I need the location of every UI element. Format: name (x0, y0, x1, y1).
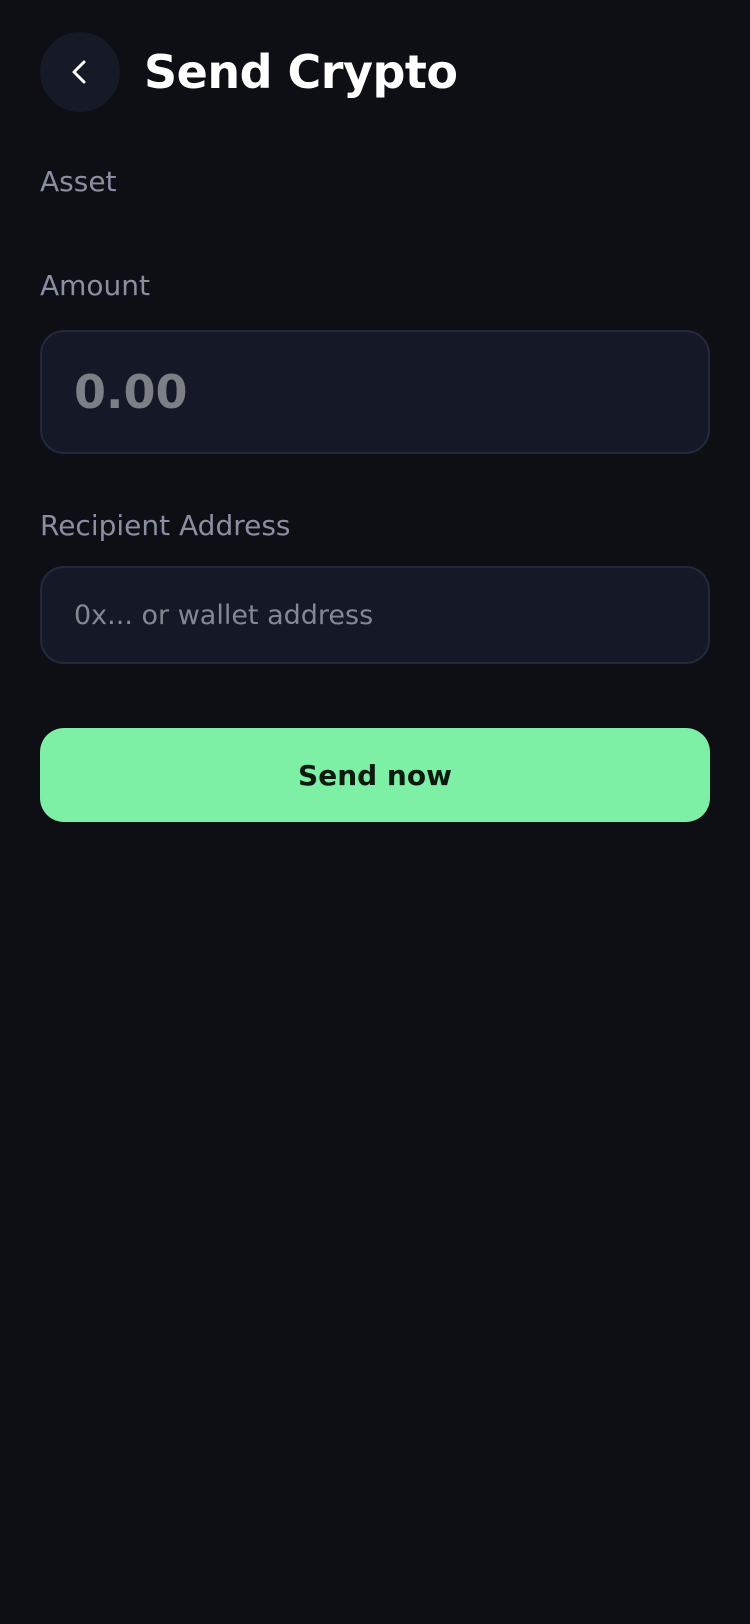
back-button[interactable] (40, 32, 120, 112)
amount-label: Amount (40, 269, 151, 302)
amount-field-container (40, 330, 710, 454)
asset-label: Asset (40, 165, 117, 198)
send-now-button[interactable]: Send now (40, 728, 710, 822)
send-crypto-screen: Send Crypto Asset Amount Recipient Addre… (0, 32, 750, 1624)
amount-input[interactable] (74, 365, 676, 419)
recipient-address-label: Recipient Address (40, 509, 291, 542)
header: Send Crypto (40, 32, 710, 112)
page-title: Send Crypto (144, 45, 458, 99)
chevron-left-icon (66, 58, 94, 86)
recipient-address-field-container (40, 566, 710, 664)
recipient-address-input[interactable] (74, 599, 676, 631)
